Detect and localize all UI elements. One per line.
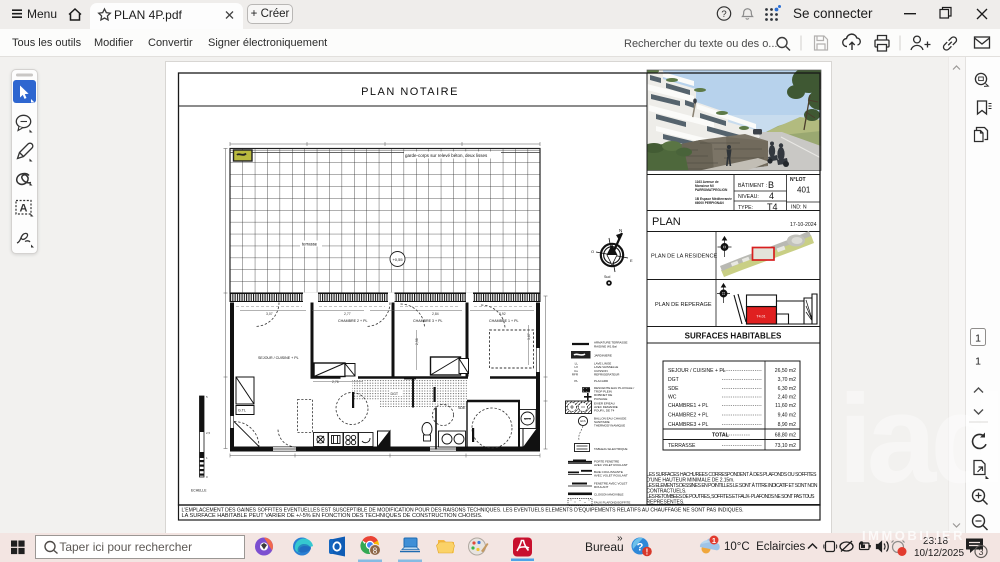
svg-text:ECS: ECS: [524, 417, 530, 421]
svg-text:T4: T4: [767, 202, 778, 212]
svg-text:RAIDINE W1 Bal: RAIDINE W1 Bal: [594, 344, 617, 348]
svg-text:CHAMBRE 2 + PL: CHAMBRE 2 + PL: [338, 319, 367, 323]
svg-text:ROULANT: ROULANT: [594, 485, 609, 489]
svg-text:POUR L DE T4: POUR L DE T4: [594, 409, 615, 413]
svg-text:66000 PERPIGNAN: 66000 PERPIGNAN: [695, 201, 724, 205]
svg-text:garde-corps sur relevé béton,: garde-corps sur relevé béton, deux lisse…: [405, 153, 488, 158]
svg-text:1: 1: [206, 456, 208, 460]
svg-text:6,30 m2: 6,30 m2: [778, 386, 797, 392]
svg-text:2,92: 2,92: [499, 312, 506, 316]
svg-text:3,87: 3,87: [527, 333, 531, 340]
svg-text:PLAN DE REPERAGE: PLAN DE REPERAGE: [655, 302, 712, 308]
svg-text:CHAMBRE 3 + PL: CHAMBRE 3 + PL: [413, 319, 442, 323]
svg-text:73,10 m2: 73,10 m2: [775, 443, 796, 449]
svg-text:SURFACES HABITABLES: SURFACES HABITABLES: [685, 332, 782, 341]
svg-text:CLOISON AMOVIBLE: CLOISON AMOVIBLE: [594, 492, 624, 496]
svg-text:WC: WC: [668, 395, 677, 401]
svg-text:11,60 m2: 11,60 m2: [775, 403, 796, 409]
svg-text:FAUX PLAFOND/SOFFITE: FAUX PLAFOND/SOFFITE: [594, 500, 630, 504]
svg-text:G.TL: G.TL: [238, 409, 246, 413]
svg-text:PLACARD: PLACARD: [594, 379, 609, 383]
svg-text:Sud: Sud: [604, 275, 610, 279]
svg-text:2,77: 2,77: [344, 312, 351, 316]
svg-text:B: B: [768, 180, 774, 190]
svg-text:AVEC VOLET ROULANT: AVEC VOLET ROULANT: [594, 463, 628, 467]
svg-text:9,40 m2: 9,40 m2: [778, 413, 797, 419]
svg-text:terrasse: terrasse: [302, 242, 318, 247]
svg-text:REFRIGERATEUR: REFRIGERATEUR: [594, 372, 620, 376]
svg-text:REPRESENTES.: REPRESENTES.: [647, 500, 685, 506]
svg-text:PUISAGE: PUISAGE: [594, 397, 607, 401]
svg-text:+0,55: +0,55: [392, 257, 403, 262]
svg-text:2,84: 2,84: [432, 312, 439, 316]
svg-text:SEJOUR / CUISINE + PL: SEJOUR / CUISINE + PL: [668, 368, 726, 374]
svg-text:4: 4: [769, 191, 774, 201]
svg-text:8,90 m2: 8,90 m2: [778, 422, 797, 428]
svg-text:2,40 m2: 2,40 m2: [778, 395, 797, 401]
svg-text:0: 0: [206, 475, 208, 479]
svg-text:TABLEAU ELECTRIQUE: TABLEAU ELECTRIQUE: [594, 447, 627, 451]
svg-text:PLAN: PLAN: [652, 216, 681, 228]
svg-text:N: N: [619, 228, 622, 233]
svg-text:2,98: 2,98: [415, 338, 419, 345]
svg-text:DGT: DGT: [668, 377, 679, 383]
svg-text:TOTAL: TOTAL: [712, 433, 730, 439]
svg-text:2,5: 2,5: [206, 431, 211, 435]
svg-text:ECHELLE: ECHELLE: [191, 489, 207, 493]
svg-text:3,70 m2: 3,70 m2: [778, 377, 797, 383]
svg-text:PLAN DE LA RESIDENCE: PLAN DE LA RESIDENCE: [651, 254, 717, 260]
svg-text:IND: N: IND: N: [791, 205, 807, 211]
svg-text:NIVEAU:: NIVEAU:: [738, 194, 759, 200]
svg-text:3,07: 3,07: [266, 312, 273, 316]
svg-text:TERRASSE: TERRASSE: [668, 443, 696, 449]
svg-text:TYPE:: TYPE:: [738, 205, 753, 211]
svg-text:AVEC VOLET ROULANT: AVEC VOLET ROULANT: [594, 474, 628, 478]
svg-text:SDE: SDE: [458, 406, 466, 410]
svg-text:68,80 m2: 68,80 m2: [775, 433, 796, 439]
svg-text:CHAMBRE2 + PL: CHAMBRE2 + PL: [668, 413, 709, 419]
svg-text:THERMODYNAMIQUE: THERMODYNAMIQUE: [594, 424, 625, 428]
svg-text:CHAMBRE3 + PL: CHAMBRE3 + PL: [668, 422, 709, 428]
svg-text:ECS: ECS: [580, 419, 586, 423]
svg-text:RFR: RFR: [572, 372, 579, 376]
svg-text:O: O: [591, 249, 594, 254]
svg-text:T4.01: T4.01: [756, 315, 765, 319]
svg-text:JARDINIERE: JARDINIERE: [594, 354, 612, 358]
svg-text:PARROMATPEGLION: PARROMATPEGLION: [695, 188, 728, 192]
svg-text:401: 401: [797, 186, 811, 195]
svg-text:SDE: SDE: [668, 386, 679, 392]
svg-text:SEJOUR / CUISINE + PL: SEJOUR / CUISINE + PL: [258, 356, 299, 360]
svg-text:5: 5: [206, 395, 208, 399]
svg-text:PLAN NOTAIRE: PLAN NOTAIRE: [361, 86, 459, 98]
svg-text:17-10-2024: 17-10-2024: [790, 222, 817, 228]
svg-text:N°LOT: N°LOT: [790, 177, 806, 183]
svg-text:BÂTIMENT :: BÂTIMENT :: [738, 182, 767, 189]
svg-text:PL: PL: [574, 379, 578, 383]
svg-text:26,50 m2: 26,50 m2: [775, 368, 796, 374]
svg-text:CHAMBRE 1 + PL: CHAMBRE 1 + PL: [489, 319, 518, 323]
svg-text:DGT: DGT: [391, 392, 399, 396]
svg-text:LA SURFACE HABITABLE PEUT VARI: LA SURFACE HABITABLE PEUT VARIER DE +/-5…: [182, 513, 483, 519]
svg-text:2,76: 2,76: [332, 380, 339, 384]
svg-text:E: E: [630, 258, 633, 263]
svg-text:CHAMBRE1 + PL: CHAMBRE1 + PL: [668, 403, 709, 409]
